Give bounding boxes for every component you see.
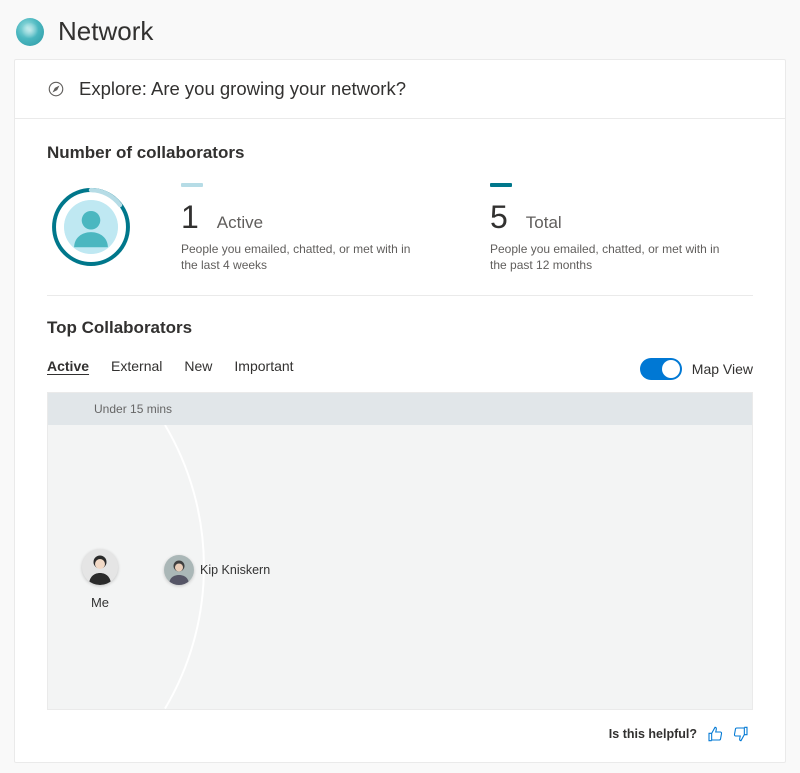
metric-total-value: 5	[490, 201, 508, 233]
star-badge-icon	[186, 577, 194, 585]
helpful-text: Is this helpful?	[609, 727, 697, 741]
map-view-panel: Under 15 mins	[47, 392, 753, 710]
network-app-icon	[16, 18, 44, 46]
tab-active[interactable]: Active	[47, 358, 89, 380]
kip-name: Kip Kniskern	[200, 563, 270, 577]
network-card: Explore: Are you growing your network? N…	[14, 59, 786, 763]
avatar-kip	[164, 555, 194, 585]
collaborator-ring	[47, 183, 135, 271]
me-label: Me	[91, 595, 109, 610]
thumbs-up-icon[interactable]	[707, 726, 723, 742]
metric-active-label: Active	[217, 213, 263, 233]
metric-total: 5 Total People you emailed, chatted, or …	[490, 183, 753, 273]
explore-row[interactable]: Explore: Are you growing your network?	[15, 60, 785, 119]
metric-active-value: 1	[181, 201, 199, 233]
avatar-me	[82, 549, 118, 585]
tab-new[interactable]: New	[184, 358, 212, 380]
tab-important[interactable]: Important	[234, 358, 293, 380]
metric-total-label: Total	[526, 213, 562, 233]
node-me[interactable]: Me	[82, 549, 118, 610]
page-title: Network	[58, 16, 153, 47]
thumbs-down-icon[interactable]	[733, 726, 749, 742]
explore-text: Explore: Are you growing your network?	[79, 78, 406, 100]
metric-active-bar	[181, 183, 203, 187]
helpful-footer: Is this helpful?	[47, 710, 753, 746]
metric-active-desc: People you emailed, chatted, or met with…	[181, 241, 421, 273]
compass-icon	[47, 80, 65, 98]
metric-total-bar	[490, 183, 512, 187]
map-view-body[interactable]: Me	[48, 425, 752, 709]
node-kip[interactable]: Kip Kniskern	[164, 555, 270, 585]
map-arc	[48, 425, 752, 709]
map-view-label: Map View	[692, 361, 753, 377]
metric-active: 1 Active People you emailed, chatted, or…	[181, 183, 444, 273]
tab-external[interactable]: External	[111, 358, 162, 380]
top-collaborators-title: Top Collaborators	[47, 318, 753, 338]
collaborators-summary: 1 Active People you emailed, chatted, or…	[47, 183, 753, 296]
toggle-knob	[662, 360, 680, 378]
map-view-header: Under 15 mins	[48, 393, 752, 425]
metric-total-desc: People you emailed, chatted, or met with…	[490, 241, 730, 273]
collaborators-title: Number of collaborators	[47, 143, 753, 163]
page-header: Network	[14, 10, 786, 59]
top-tabs: Active External New Important	[47, 358, 294, 380]
map-view-toggle[interactable]	[640, 358, 682, 380]
